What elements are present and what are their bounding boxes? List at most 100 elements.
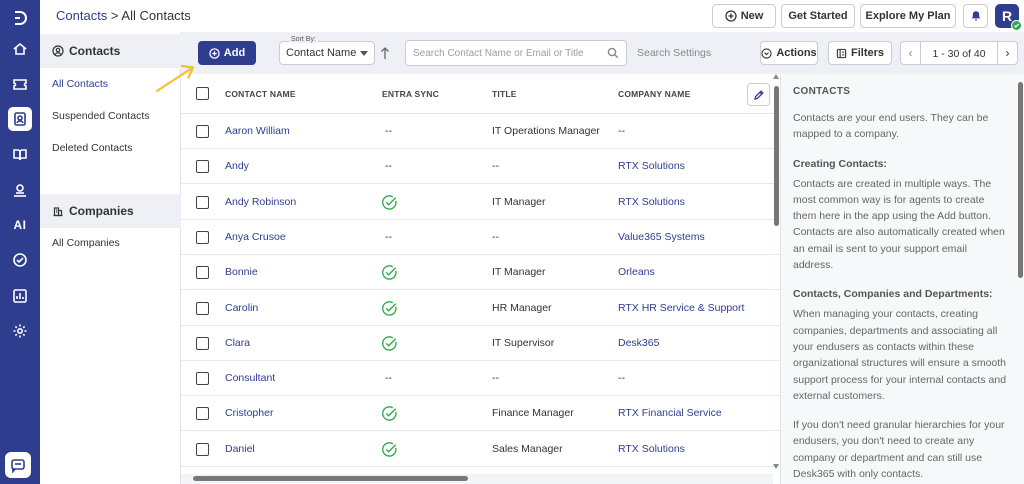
table-row[interactable]: Daniel Sales Manager RTX Solutions [181, 432, 780, 467]
row-checkbox[interactable] [196, 442, 209, 456]
sidebar-item-deleted-contacts[interactable]: Deleted Contacts [52, 142, 133, 154]
row-checkbox[interactable] [196, 407, 209, 421]
actions-button[interactable]: Actions [760, 41, 818, 65]
contact-name-link[interactable]: Andy Robinson [225, 196, 296, 208]
contact-title: IT Supervisor [492, 336, 555, 349]
contact-name-link[interactable]: Consultant [225, 372, 275, 384]
top-header: Contacts > All Contacts New Get Started … [40, 0, 1024, 32]
company-name-link[interactable]: RTX Solutions [618, 196, 685, 208]
contact-name-link[interactable]: Bonnie [225, 266, 258, 278]
add-contact-button[interactable]: Add [198, 41, 256, 65]
table-row[interactable]: Clara IT Supervisor Desk365 [181, 326, 780, 361]
online-status-icon [1011, 20, 1022, 31]
tasks-check-icon[interactable] [8, 248, 32, 272]
sidebar-item-all-companies[interactable]: All Companies [52, 237, 120, 249]
table-row[interactable]: Carolin HR Manager RTX HR Service & Suppor… [181, 291, 780, 326]
chat-widget-icon[interactable] [5, 452, 31, 478]
desk365-logo-icon[interactable] [8, 6, 32, 30]
help-granular-text: If you don't need granular hierarchies f… [793, 419, 1005, 481]
help-scrollbar-thumb[interactable] [1018, 82, 1023, 278]
row-checkbox[interactable] [196, 230, 209, 244]
contact-title: IT Manager [492, 266, 546, 279]
entra-sync-value: -- [385, 160, 392, 173]
user-avatar[interactable]: R [995, 4, 1022, 31]
row-checkbox[interactable] [196, 336, 209, 350]
sidebar-contacts-heading-label: Contacts [69, 44, 121, 58]
add-button-label: Add [223, 47, 246, 59]
row-checkbox[interactable] [196, 195, 209, 209]
entra-sync-value: -- [385, 372, 392, 385]
scroll-down-arrow-icon[interactable] [773, 464, 779, 469]
company-name-link[interactable]: Value365 Systems [618, 231, 705, 243]
contact-name-link[interactable]: Carolin [225, 302, 258, 314]
company-name-link[interactable]: RTX Solutions [618, 160, 685, 172]
contacts-icon[interactable] [8, 107, 32, 131]
column-header-entra-sync[interactable]: Entra Sync [382, 89, 439, 99]
actions-label: Actions [776, 47, 817, 59]
row-checkbox[interactable] [196, 301, 209, 315]
search-settings-link[interactable]: Search Settings [637, 47, 711, 59]
new-button[interactable]: New [712, 4, 776, 28]
column-header-contact-name[interactable]: Contact Name [225, 89, 296, 99]
contact-name-link[interactable]: Aaron William [225, 125, 290, 137]
contact-name-link[interactable]: Clara [225, 337, 250, 349]
row-checkbox[interactable] [196, 372, 209, 386]
sort-direction-arrow-up-icon[interactable] [380, 46, 390, 60]
column-header-title[interactable]: Title [492, 89, 517, 99]
company-name-link[interactable]: RTX Solutions [618, 443, 685, 455]
previous-page-chevron-icon[interactable]: ‹ [901, 42, 921, 64]
table-row[interactable]: Anya Crusoe -- -- Value365 Systems [181, 220, 780, 255]
help-panel-scrollbar[interactable] [1017, 74, 1024, 484]
scrollbar-thumb[interactable] [774, 86, 779, 226]
row-checkbox[interactable] [196, 125, 209, 138]
table-row[interactable]: Andy Robinson IT Manager RTX Solutions [181, 185, 780, 220]
search-input[interactable] [413, 46, 598, 60]
sidebar-item-suspended-contacts[interactable]: Suspended Contacts [52, 110, 149, 122]
building-icon [53, 207, 63, 217]
ai-icon[interactable]: AI [8, 213, 32, 237]
horizontal-scrollbar-thumb[interactable] [193, 476, 468, 481]
edit-columns-button[interactable] [747, 83, 770, 106]
table-row[interactable]: Bonnie IT Manager Orleans [181, 255, 780, 291]
notifications-bell-button[interactable] [963, 4, 988, 28]
breadcrumb-contacts-link[interactable]: Contacts [56, 8, 107, 23]
company-name-link[interactable]: Desk365 [618, 337, 659, 349]
entra-sync-value: -- [385, 125, 392, 137]
table-row[interactable]: Cristopher Finance Manager RTX Financial S… [181, 396, 780, 432]
table-row[interactable]: Aaron William -- IT Operations Manager -- [181, 114, 780, 149]
home-icon[interactable] [8, 37, 32, 61]
contact-title: -- [492, 230, 499, 243]
contact-name-link[interactable]: Cristopher [225, 407, 273, 419]
chevron-circle-down-icon [761, 47, 772, 59]
scroll-up-arrow-icon[interactable] [773, 74, 779, 79]
row-checkbox[interactable] [196, 266, 209, 280]
pagination: ‹ 1 - 30 of 40 › [900, 41, 1018, 65]
column-header-company-name[interactable]: Company Name [618, 89, 690, 99]
tickets-icon[interactable] [8, 72, 32, 96]
company-name-link[interactable]: RTX Financial Service [618, 407, 722, 419]
sort-by-select[interactable]: Sort By: Contact Name [279, 36, 375, 65]
help-intro: Contacts are your end users. They can be… [793, 112, 989, 141]
table-header: Contact Name Entra Sync Title Company Na… [181, 74, 780, 114]
entra-synced-check-icon [382, 441, 397, 457]
company-name-link[interactable]: Orleans [618, 266, 655, 278]
sidebar-item-all-contacts[interactable]: All Contacts [52, 78, 108, 90]
table-row[interactable]: Consultant -- -- -- [181, 361, 780, 397]
contact-name-link[interactable]: Daniel [225, 443, 255, 455]
settings-gear-icon[interactable] [8, 319, 32, 343]
get-started-button[interactable]: Get Started [781, 4, 855, 28]
company-name-link[interactable]: RTX HR Service & Support [618, 302, 744, 314]
reports-icon[interactable] [8, 284, 32, 308]
table-row[interactable]: Andy -- -- RTX Solutions [181, 149, 780, 185]
explore-plan-button[interactable]: Explore My Plan [860, 4, 956, 28]
next-page-chevron-icon[interactable]: › [997, 42, 1017, 64]
agents-icon[interactable] [8, 178, 32, 202]
contact-name-link[interactable]: Andy [225, 160, 249, 172]
search-icon[interactable] [607, 47, 619, 59]
contact-name-link[interactable]: Anya Crusoe [225, 231, 286, 243]
table-vertical-scrollbar[interactable] [773, 74, 780, 474]
filters-button[interactable]: Filters [828, 41, 892, 65]
row-checkbox[interactable] [196, 160, 209, 174]
table-horizontal-scrollbar[interactable] [181, 474, 773, 484]
knowledge-base-icon[interactable] [8, 143, 32, 167]
